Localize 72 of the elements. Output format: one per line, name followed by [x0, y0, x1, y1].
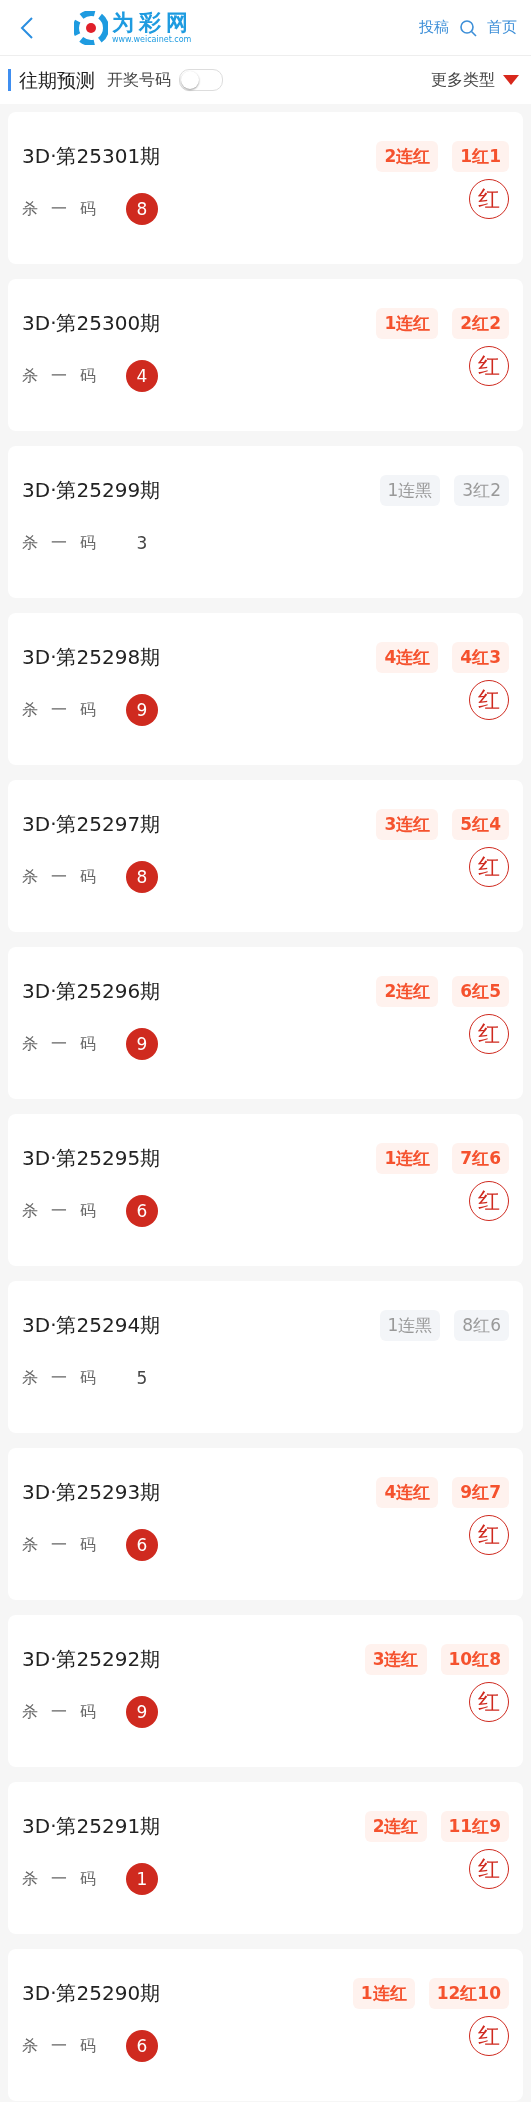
tally-tag: 7红6	[452, 1142, 509, 1174]
streak-tag: 3连红	[364, 1643, 427, 1675]
issue-title: 3D·第25295期	[22, 1144, 161, 1172]
streak-tag: 1连红	[376, 1142, 439, 1174]
issue-title: 3D·第25292期	[22, 1645, 161, 1673]
dropdown-icon	[503, 75, 519, 85]
issue-title: 3D·第25293期	[22, 1478, 161, 1506]
logo-icon	[74, 10, 108, 45]
streak-tag: 4连红	[376, 641, 439, 673]
tally-tag: 4红3	[452, 641, 509, 673]
streak-tag: 1连红	[352, 1977, 415, 2009]
tally-tag: 5红4	[452, 808, 509, 840]
kill-label: 杀 一 码	[22, 365, 102, 387]
kill-label: 杀 一 码	[22, 1534, 102, 1556]
toggle-label: 开奖号码	[107, 69, 171, 91]
streak-tag: 1连黑	[379, 474, 441, 506]
number-ball: 6	[126, 1195, 158, 1227]
kill-label: 杀 一 码	[22, 198, 102, 220]
header-link[interactable]: 首页	[487, 18, 517, 37]
number-ball: 1	[126, 1863, 158, 1895]
tally-tag: 1红1	[452, 140, 509, 172]
number-ball: 4	[126, 360, 158, 392]
number-ball: 8	[126, 193, 158, 225]
kill-label: 杀 一 码	[22, 1033, 102, 1055]
streak-tag: 1连黑	[379, 1309, 441, 1341]
issue-title: 3D·第25296期	[22, 977, 161, 1005]
issue-title: 3D·第25294期	[22, 1311, 161, 1339]
kill-label: 杀 一 码	[22, 1701, 102, 1723]
issue-title: 3D·第25290期	[22, 1979, 161, 2007]
logo-url: www.weicainet.com	[112, 35, 193, 44]
kill-label: 杀 一 码	[22, 866, 102, 888]
issue-title: 3D·第25291期	[22, 1812, 161, 1840]
more-types-button[interactable]: 更多类型	[431, 69, 519, 91]
header-link[interactable]: 投稿	[419, 18, 449, 37]
streak-tag: 2连红	[376, 140, 439, 172]
kill-label: 杀 一 码	[22, 699, 102, 721]
tally-tag: 10红8	[440, 1643, 509, 1675]
number-ball: 8	[126, 861, 158, 893]
number-ball: 9	[126, 1028, 158, 1060]
kill-label: 杀 一 码	[22, 1200, 102, 1222]
back-icon[interactable]	[20, 15, 34, 40]
logo-title: 为彩网	[112, 11, 193, 35]
issue-title: 3D·第25297期	[22, 810, 161, 838]
tally-tag: 9红7	[452, 1476, 509, 1508]
number-ball: 6	[126, 2030, 158, 2062]
search-icon[interactable]	[459, 18, 477, 37]
issue-title: 3D·第25301期	[22, 142, 161, 170]
section-title: 往期预测	[8, 69, 95, 91]
streak-tag: 2连红	[364, 1810, 427, 1842]
issue-title: 3D·第25300期	[22, 309, 161, 337]
tally-tag: 3红2	[454, 474, 509, 506]
tally-tag: 6红5	[452, 975, 509, 1007]
kill-label: 杀 一 码	[22, 532, 102, 554]
number-ball: 9	[126, 1696, 158, 1728]
streak-tag: 2连红	[376, 975, 439, 1007]
kill-label: 杀 一 码	[22, 1367, 102, 1389]
tally-tag: 12红10	[428, 1977, 509, 2009]
issue-title: 3D·第25299期	[22, 476, 161, 504]
streak-tag: 3连红	[376, 808, 439, 840]
streak-tag: 4连红	[376, 1476, 439, 1508]
kill-label: 杀 一 码	[22, 1868, 102, 1890]
draw-number-toggle[interactable]	[179, 69, 223, 91]
streak-tag: 1连红	[376, 307, 439, 339]
kill-label: 杀 一 码	[22, 2035, 102, 2057]
number-ball: 9	[126, 694, 158, 726]
tally-tag: 8红6	[454, 1309, 509, 1341]
tally-tag: 11红9	[440, 1810, 509, 1842]
number-ball: 5	[135, 1367, 149, 1390]
number-ball: 6	[126, 1529, 158, 1561]
number-ball: 3	[135, 532, 149, 555]
issue-title: 3D·第25298期	[22, 643, 161, 671]
tally-tag: 2红2	[452, 307, 509, 339]
